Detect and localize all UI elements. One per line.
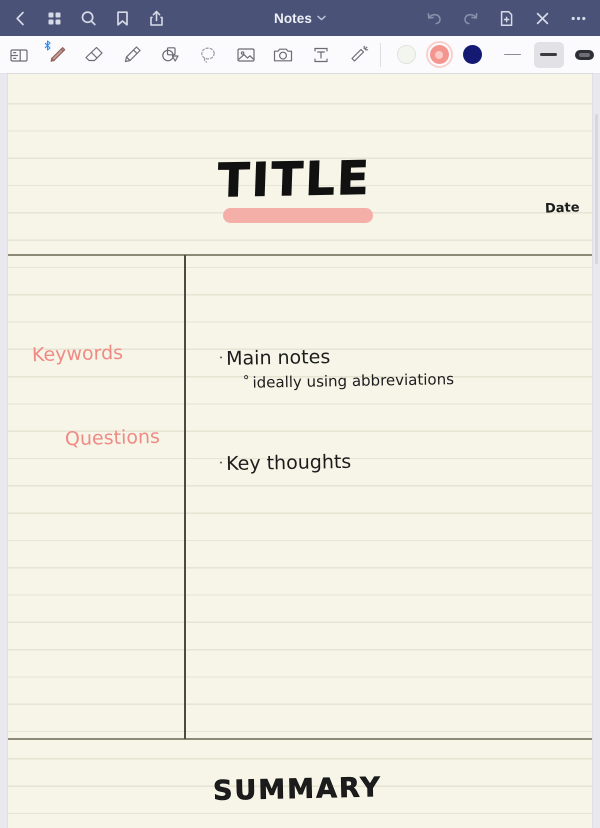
grid-icon[interactable] bbox=[45, 9, 64, 28]
add-page-icon[interactable] bbox=[497, 9, 516, 28]
cornell-top-divider bbox=[8, 254, 592, 256]
color-swatch-salmon[interactable] bbox=[425, 41, 453, 68]
stroke-thin-button[interactable] bbox=[498, 42, 528, 68]
back-icon[interactable] bbox=[11, 9, 30, 28]
redo-icon[interactable] bbox=[461, 9, 480, 28]
lasso-tool-icon[interactable] bbox=[189, 36, 227, 74]
topbar-right-actions bbox=[425, 0, 588, 36]
stroke-width-group bbox=[498, 41, 600, 68]
main-notes-entry: · Main notes bbox=[219, 346, 331, 370]
sub-notes-entry: ° ideally using abbreviations bbox=[243, 370, 454, 392]
chevron-down-icon bbox=[317, 14, 326, 23]
title-highlight bbox=[223, 208, 373, 223]
document-title-text: Notes bbox=[273, 10, 312, 26]
toolbar-divider bbox=[379, 42, 381, 67]
title-block: TITLE bbox=[216, 150, 373, 223]
sub-notes-text: ideally using abbreviations bbox=[252, 370, 455, 392]
date-label: Date bbox=[544, 200, 580, 217]
eraser-tool-icon[interactable] bbox=[76, 36, 114, 74]
bullet-icon: · bbox=[218, 456, 224, 472]
page-title: TITLE bbox=[216, 150, 373, 208]
color-swatch-navy[interactable] bbox=[462, 45, 482, 64]
questions-label: Questions bbox=[64, 425, 161, 451]
cornell-vertical-divider bbox=[184, 255, 186, 739]
drawing-toolbar bbox=[0, 36, 600, 74]
bookmark-icon[interactable] bbox=[113, 9, 132, 28]
cornell-bottom-divider bbox=[8, 738, 592, 740]
vertical-scrollbar[interactable] bbox=[595, 114, 598, 264]
close-icon[interactable] bbox=[533, 9, 552, 28]
page-canvas-area[interactable]: TITLE Date Keywords Questions · Main note… bbox=[0, 74, 600, 828]
key-thoughts-entry: · Key thoughts bbox=[219, 451, 352, 475]
bluetooth-icon bbox=[44, 39, 51, 51]
stroke-thin-bar bbox=[504, 53, 522, 56]
main-notes-text: Main notes bbox=[225, 346, 331, 370]
summary-label: SUMMARY bbox=[212, 772, 383, 807]
color-swatch-group bbox=[396, 41, 482, 68]
share-icon[interactable] bbox=[147, 9, 166, 28]
pen-tool-icon[interactable] bbox=[38, 36, 76, 74]
key-thoughts-text: Key thoughts bbox=[225, 450, 352, 476]
keywords-label: Keywords bbox=[31, 341, 124, 367]
undo-icon[interactable] bbox=[425, 9, 444, 28]
notebook-page[interactable]: TITLE Date Keywords Questions · Main note… bbox=[8, 74, 592, 828]
shapes-tool-icon[interactable] bbox=[151, 36, 189, 74]
highlighter-tool-icon[interactable] bbox=[113, 36, 151, 74]
image-tool-icon[interactable] bbox=[227, 36, 265, 74]
stroke-pill-button[interactable] bbox=[570, 42, 600, 68]
text-tool-icon[interactable] bbox=[302, 36, 340, 74]
sub-bullet-icon: ° bbox=[242, 373, 250, 389]
search-icon[interactable] bbox=[79, 9, 98, 28]
bullet-icon: · bbox=[218, 350, 224, 366]
stroke-thick-button[interactable] bbox=[533, 41, 564, 68]
stroke-pill-bar bbox=[575, 49, 595, 60]
topbar-left-actions bbox=[11, 9, 166, 28]
more-icon[interactable] bbox=[569, 9, 588, 28]
color-swatch-white[interactable] bbox=[396, 45, 416, 64]
camera-tool-icon[interactable] bbox=[265, 36, 303, 74]
text-box-tool-icon[interactable] bbox=[0, 36, 38, 74]
top-navigation-bar: Notes bbox=[0, 0, 600, 36]
stroke-thick-bar bbox=[540, 52, 558, 57]
laser-tool-icon[interactable] bbox=[340, 36, 378, 74]
